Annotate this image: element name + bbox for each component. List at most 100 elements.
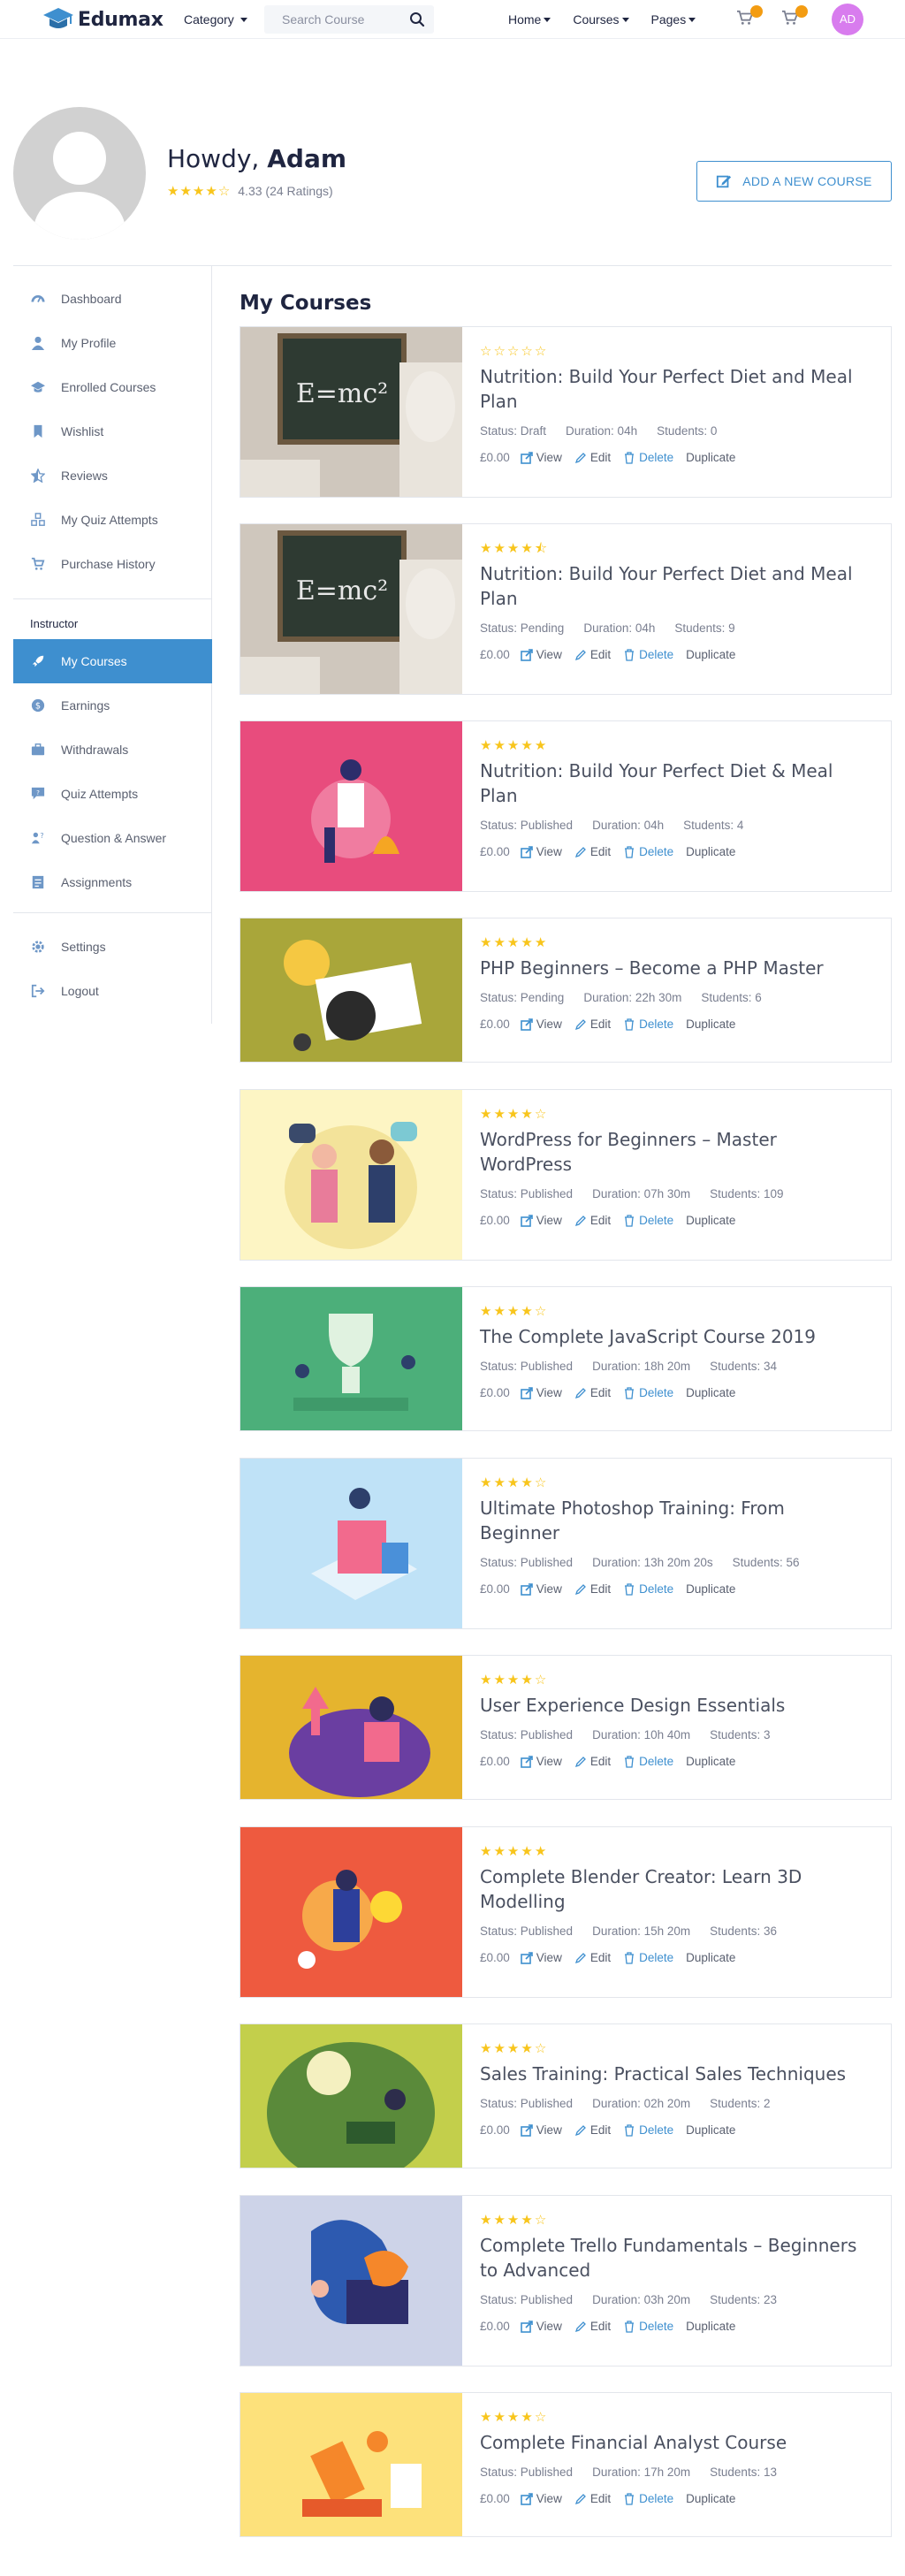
edit-link[interactable]: Edit	[574, 1951, 611, 1964]
delete-link[interactable]: Delete	[623, 2123, 673, 2137]
search-input[interactable]	[264, 12, 397, 27]
duplicate-link[interactable]: Duplicate	[686, 1386, 735, 1399]
delete-link[interactable]: Delete	[623, 1951, 673, 1964]
user-avatar[interactable]: AD	[832, 4, 863, 35]
duplicate-link[interactable]: Duplicate	[686, 1214, 735, 1227]
duplicate-link[interactable]: Duplicate	[686, 1951, 735, 1964]
edit-link[interactable]: Edit	[574, 1582, 611, 1596]
duplicate-link[interactable]: Duplicate	[686, 2492, 735, 2505]
edit-link[interactable]: Edit	[574, 2492, 611, 2505]
sidebar-item-question-answer[interactable]: ? Question & Answer	[13, 816, 212, 860]
view-link[interactable]: View	[520, 1017, 562, 1031]
course-thumbnail[interactable]	[240, 1287, 462, 1430]
course-title[interactable]: The Complete JavaScript Course 2019	[480, 1324, 869, 1349]
delete-link[interactable]: Delete	[623, 648, 673, 661]
course-title[interactable]: User Experience Design Essentials	[480, 1693, 869, 1718]
course-thumbnail[interactable]	[240, 2196, 462, 2366]
edit-link[interactable]: Edit	[574, 845, 611, 858]
course-title[interactable]: Complete Financial Analyst Course	[480, 2430, 869, 2455]
course-title[interactable]: Nutrition: Build Your Perfect Diet & Mea…	[480, 758, 869, 808]
view-link[interactable]: View	[520, 1214, 562, 1227]
sidebar-item-purchase-history[interactable]: Purchase History	[13, 542, 212, 586]
duplicate-link[interactable]: Duplicate	[686, 1582, 735, 1596]
duplicate-link[interactable]: Duplicate	[686, 451, 735, 464]
cart-button[interactable]	[736, 5, 763, 27]
sidebar-item-my-profile[interactable]: My Profile	[13, 321, 212, 365]
course-title[interactable]: Nutrition: Build Your Perfect Diet and M…	[480, 561, 869, 611]
logo[interactable]: Edumax	[42, 6, 164, 33]
nav-item-home[interactable]: Home	[508, 12, 551, 27]
nav-item-courses[interactable]: Courses	[573, 12, 629, 27]
course-thumbnail[interactable]	[240, 1827, 462, 1997]
edit-link[interactable]: Edit	[574, 1017, 611, 1031]
course-title[interactable]: Complete Trello Fundamentals – Beginners…	[480, 2233, 869, 2283]
course-title[interactable]: Complete Blender Creator: Learn 3D Model…	[480, 1864, 869, 1914]
view-link[interactable]: View	[520, 2492, 562, 2505]
sidebar-item-wishlist[interactable]: Wishlist	[13, 409, 212, 453]
sidebar-item-dashboard[interactable]: Dashboard	[13, 277, 212, 321]
course-thumbnail[interactable]	[240, 918, 462, 1062]
delete-link[interactable]: Delete	[623, 2492, 673, 2505]
edit-link[interactable]: Edit	[574, 648, 611, 661]
duplicate-label: Duplicate	[686, 1214, 736, 1227]
view-link[interactable]: View	[520, 1582, 562, 1596]
edit-link[interactable]: Edit	[574, 1755, 611, 1768]
sidebar-item-reviews[interactable]: Reviews	[13, 453, 212, 498]
edit-link[interactable]: Edit	[574, 1214, 611, 1227]
duplicate-link[interactable]: Duplicate	[686, 648, 735, 661]
view-link[interactable]: View	[520, 2320, 562, 2333]
delete-link[interactable]: Delete	[623, 451, 673, 464]
sidebar-item-earnings[interactable]: $ Earnings	[13, 683, 212, 728]
sidebar-item-my-quiz-attempts[interactable]: My Quiz Attempts	[13, 498, 212, 542]
view-link[interactable]: View	[520, 845, 562, 858]
search-icon[interactable]	[409, 11, 425, 27]
course-title[interactable]: Ultimate Photoshop Training: From Beginn…	[480, 1496, 869, 1545]
course-thumbnail[interactable]: E=mc²	[240, 524, 462, 694]
course-thumbnail[interactable]	[240, 2393, 462, 2536]
course-thumbnail[interactable]	[240, 1459, 462, 1628]
edit-link[interactable]: Edit	[574, 451, 611, 464]
sidebar-item-logout[interactable]: Logout	[13, 969, 212, 1013]
delete-link[interactable]: Delete	[623, 2320, 673, 2333]
sidebar-item-settings[interactable]: Settings	[13, 925, 212, 969]
course-thumbnail[interactable]	[240, 2024, 462, 2168]
course-thumbnail[interactable]	[240, 1656, 462, 1799]
view-link[interactable]: View	[520, 1755, 562, 1768]
duplicate-link[interactable]: Duplicate	[686, 2123, 735, 2137]
duplicate-link[interactable]: Duplicate	[686, 845, 735, 858]
course-title[interactable]: Nutrition: Build Your Perfect Diet and M…	[480, 364, 869, 414]
course-thumbnail[interactable]	[240, 1090, 462, 1260]
sidebar-item-assignments[interactable]: Assignments	[13, 860, 212, 904]
view-link[interactable]: View	[520, 2123, 562, 2137]
sidebar-item-withdrawals[interactable]: Withdrawals	[13, 728, 212, 772]
nav-item-pages[interactable]: Pages	[651, 12, 696, 27]
sidebar-item-enrolled-courses[interactable]: Enrolled Courses	[13, 365, 212, 409]
sidebar-item-my-courses[interactable]: My Courses	[13, 639, 212, 683]
delete-link[interactable]: Delete	[623, 1017, 673, 1031]
course-thumbnail[interactable]	[240, 721, 462, 891]
delete-link[interactable]: Delete	[623, 1386, 673, 1399]
gear-icon	[30, 939, 46, 955]
view-link[interactable]: View	[520, 648, 562, 661]
course-thumbnail[interactable]: E=mc²	[240, 327, 462, 497]
delete-link[interactable]: Delete	[623, 1214, 673, 1227]
view-link[interactable]: View	[520, 1951, 562, 1964]
view-link[interactable]: View	[520, 451, 562, 464]
edit-link[interactable]: Edit	[574, 1386, 611, 1399]
course-title[interactable]: Sales Training: Practical Sales Techniqu…	[480, 2062, 869, 2086]
course-title[interactable]: PHP Beginners – Become a PHP Master	[480, 956, 869, 980]
delete-link[interactable]: Delete	[623, 845, 673, 858]
course-title[interactable]: WordPress for Beginners – Master WordPre…	[480, 1127, 869, 1177]
sidebar-item-quiz-attempts[interactable]: ? Quiz Attempts	[13, 772, 212, 816]
delete-link[interactable]: Delete	[623, 1582, 673, 1596]
edit-link[interactable]: Edit	[574, 2320, 611, 2333]
edit-link[interactable]: Edit	[574, 2123, 611, 2137]
category-menu[interactable]: Category	[184, 12, 247, 27]
view-link[interactable]: View	[520, 1386, 562, 1399]
duplicate-link[interactable]: Duplicate	[686, 2320, 735, 2333]
add-course-button[interactable]: ADD A NEW COURSE	[696, 161, 892, 202]
delete-link[interactable]: Delete	[623, 1755, 673, 1768]
duplicate-link[interactable]: Duplicate	[686, 1755, 735, 1768]
duplicate-link[interactable]: Duplicate	[686, 1017, 735, 1031]
cart-button-2[interactable]	[781, 5, 808, 27]
